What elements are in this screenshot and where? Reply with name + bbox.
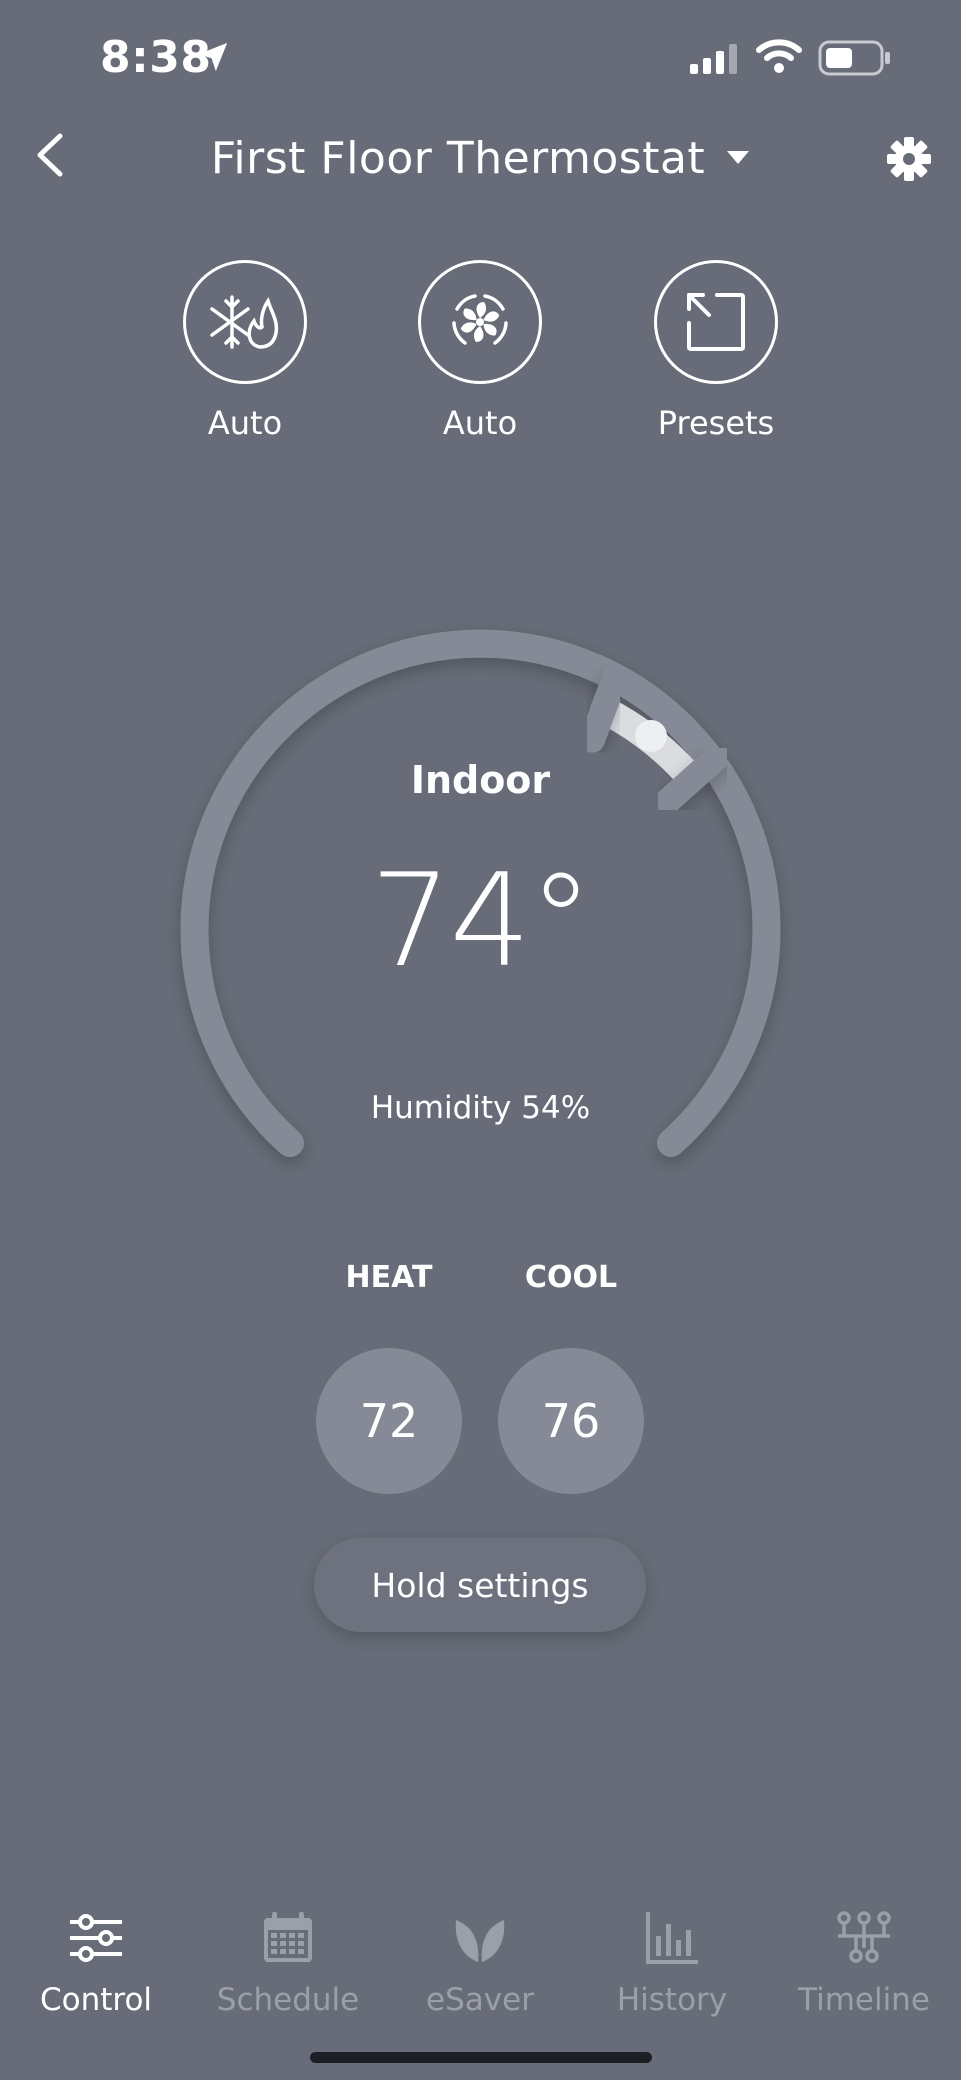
heat-setpoint-button[interactable]: 72 [316, 1348, 462, 1494]
heat-cool-mode-icon [183, 260, 307, 384]
home-indicator [310, 2052, 652, 2063]
timeline-icon [837, 1911, 891, 1963]
status-time: 8:38 [100, 32, 212, 83]
presets-button[interactable]: Presets [626, 260, 806, 450]
nav-item-control[interactable]: Control [0, 1908, 192, 2018]
hold-settings-button[interactable]: Hold settings [314, 1538, 646, 1632]
nav-item-history[interactable]: History [576, 1908, 768, 2018]
nav-label-history: History [616, 1982, 728, 2018]
presets-icon [654, 260, 778, 384]
caret-down-icon [727, 151, 750, 164]
cool-label: COOL [524, 1260, 618, 1295]
sliders-icon [70, 1914, 122, 1962]
page-title: First Floor Thermostat [210, 132, 706, 184]
wifi-icon [756, 39, 802, 73]
presets-label: Presets [657, 404, 775, 442]
heat-setpoint-handle[interactable] [579, 665, 628, 753]
location-arrow-icon [198, 42, 228, 72]
gear-icon[interactable] [884, 134, 934, 184]
leaf-icon [455, 1920, 505, 1962]
battery-icon [818, 40, 890, 76]
bar-chart-icon [646, 1912, 698, 1964]
thermostat-selector[interactable]: First Floor Thermostat [140, 128, 820, 188]
calendar-icon [264, 1912, 312, 1962]
system-mode-label: Auto [207, 404, 283, 442]
back-button[interactable] [28, 130, 78, 180]
nav-item-esaver[interactable]: eSaver [384, 1908, 576, 2018]
fan-mode-button[interactable]: Auto [390, 260, 570, 450]
cool-setpoint-button[interactable]: 76 [498, 1348, 644, 1494]
heat-label: HEAT [345, 1260, 433, 1295]
fan-mode-label: Auto [442, 404, 518, 442]
nav-label-esaver: eSaver [426, 1982, 534, 2018]
nav-item-schedule[interactable]: Schedule [192, 1908, 384, 2018]
cellular-signal-icon [690, 44, 737, 74]
indoor-marker [635, 720, 667, 752]
nav-item-timeline[interactable]: Timeline [768, 1908, 960, 2018]
indoor-temperature: 74° [370, 847, 593, 996]
nav-label-control: Control [39, 1982, 153, 2018]
indoor-label: Indoor [410, 758, 551, 802]
nav-label-timeline: Timeline [798, 1982, 930, 2018]
fan-mode-icon [418, 260, 542, 384]
nav-label-schedule: Schedule [216, 1982, 360, 2018]
humidity-label: Humidity 54% [370, 1090, 591, 1126]
system-mode-button[interactable]: Auto [155, 260, 335, 450]
